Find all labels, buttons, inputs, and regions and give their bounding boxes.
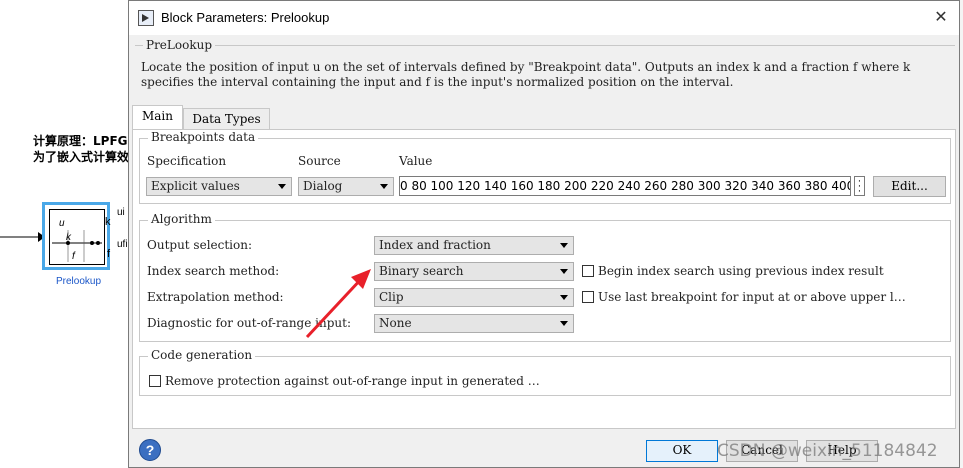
algorithm-group: Algorithm Output selection: Index and fr… <box>139 212 951 342</box>
block-output-k: k <box>105 216 111 228</box>
description-group: PreLookup Locate the position of input u… <box>135 38 955 103</box>
source-label: Source <box>298 154 341 168</box>
block-parameters-dialog: Block Parameters: Prelookup ✕ PreLookup … <box>128 0 960 468</box>
input-signal-line <box>0 232 45 242</box>
use-last-breakpoint-checkbox[interactable] <box>582 291 594 303</box>
extrapolation-label: Extrapolation method: <box>147 290 284 304</box>
output-selection-select[interactable]: Index and fraction <box>374 236 574 255</box>
signal-label-ui: ui <box>117 207 125 218</box>
begin-index-search-checkbox[interactable] <box>582 265 594 277</box>
block-caption: Prelookup <box>56 276 102 287</box>
code-generation-legend: Code generation <box>148 348 256 362</box>
breakpoint-value-text: 0 80 100 120 140 160 180 200 220 240 260… <box>400 179 851 193</box>
specification-value: Explicit values <box>151 179 240 193</box>
block-description: Locate the position of input u on the se… <box>141 60 911 89</box>
diagnostic-select[interactable]: None <box>374 314 574 333</box>
output-selection-label: Output selection: <box>147 238 253 252</box>
breakpoint-value-input[interactable]: 0 80 100 120 140 160 180 200 220 240 260… <box>399 176 851 196</box>
chevron-down-icon <box>560 295 568 300</box>
code-generation-group: Code generation Remove protection agains… <box>139 348 951 396</box>
extrapolation-select[interactable]: Clip <box>374 288 574 307</box>
title-bar[interactable]: Block Parameters: Prelookup ✕ <box>129 1 959 35</box>
begin-index-search-label: Begin index search using previous index … <box>598 264 884 278</box>
use-last-breakpoint-label: Use last breakpoint for input at or abov… <box>598 290 906 304</box>
tab-data-types[interactable]: Data Types <box>183 108 270 130</box>
breakpoints-legend: Breakpoints data <box>148 130 259 144</box>
canvas-annotation-line-1: 计算原理：LPFG <box>33 134 128 148</box>
ok-button[interactable]: OK <box>646 440 718 462</box>
prelookup-block[interactable]: u k f <box>42 202 110 270</box>
red-annotation-arrow <box>305 269 371 339</box>
specification-label: Specification <box>147 154 227 168</box>
simulink-block-icon <box>138 10 154 26</box>
value-label: Value <box>399 154 433 168</box>
block-diagram-icon <box>52 230 102 262</box>
watermark: CSDN @weixin_51184842 <box>717 441 938 461</box>
algorithm-legend: Algorithm <box>148 212 215 226</box>
chevron-down-icon <box>560 243 568 248</box>
tab-main[interactable]: Main <box>132 105 183 129</box>
source-select[interactable]: Dialog <box>298 177 394 196</box>
remove-protection-label: Remove protection against out-of-range i… <box>165 374 540 388</box>
tab-panel-main: Breakpoints data Specification Source Va… <box>132 129 956 429</box>
remove-protection-checkbox[interactable] <box>149 375 161 387</box>
close-icon[interactable]: ✕ <box>931 8 951 28</box>
help-icon[interactable]: ? <box>139 439 161 461</box>
block-output-f: f <box>107 248 111 260</box>
diagnostic-value: None <box>379 316 412 330</box>
breakpoints-group: Breakpoints data Specification Source Va… <box>139 130 951 204</box>
specification-select[interactable]: Explicit values <box>146 177 292 196</box>
more-options-icon[interactable]: · · · <box>854 176 865 197</box>
index-search-select[interactable]: Binary search <box>374 262 574 281</box>
index-search-value: Binary search <box>379 264 464 278</box>
extrapolation-value: Clip <box>379 290 404 304</box>
chevron-down-icon <box>560 269 568 274</box>
chevron-down-icon <box>380 184 388 189</box>
section-name: PreLookup <box>143 38 216 52</box>
chevron-down-icon <box>560 321 568 326</box>
signal-label-ufi: ufi <box>117 239 128 250</box>
edit-button[interactable]: Edit... <box>873 176 946 197</box>
source-value: Dialog <box>303 179 343 193</box>
prelookup-block-icon: u k f <box>49 209 105 265</box>
dialog-title: Block Parameters: Prelookup <box>161 10 330 25</box>
output-selection-value: Index and fraction <box>379 238 491 252</box>
chevron-down-icon <box>278 184 286 189</box>
canvas-annotation-line-2: 为了嵌入式计算效 <box>33 150 130 164</box>
index-search-label: Index search method: <box>147 264 280 278</box>
